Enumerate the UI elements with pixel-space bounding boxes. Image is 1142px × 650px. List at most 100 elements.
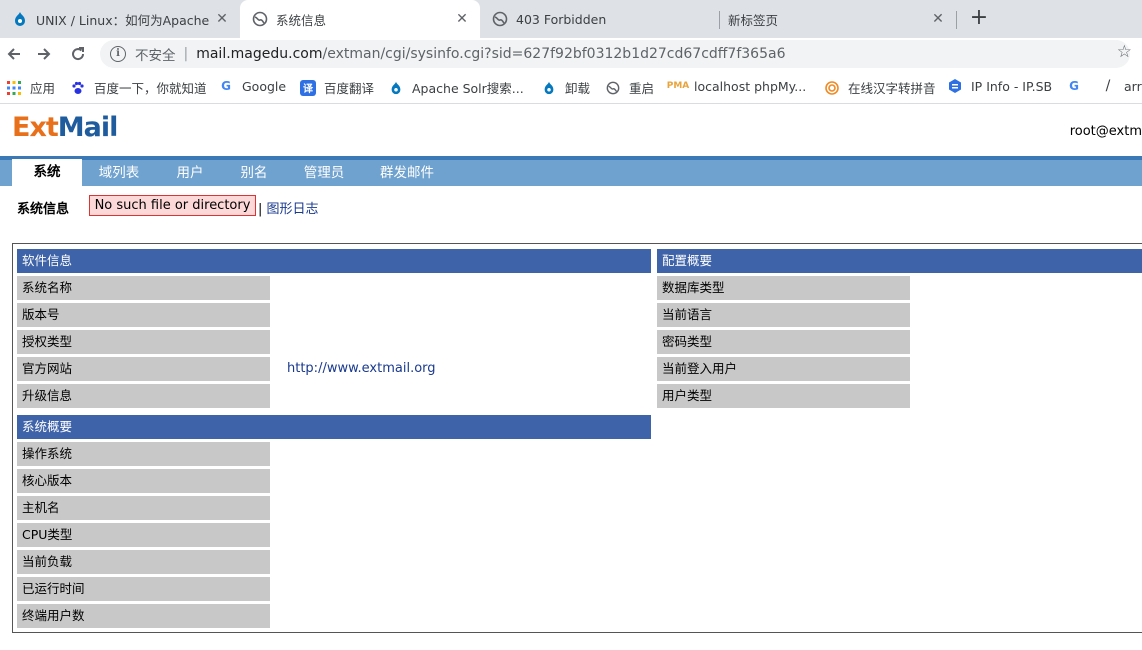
baidu-paw-icon [70,80,86,96]
bookmark-label: 卸载 [565,81,591,96]
translate-icon: 译 [300,79,316,96]
reload-icon[interactable] [66,42,90,66]
globe-icon [252,11,268,27]
close-icon[interactable]: ✕ [928,11,948,27]
security-label: 不安全 [135,48,176,64]
bookmark-ip-info[interactable]: IP Info - IP.SB [947,78,1052,94]
bookmark-label: Apache Solr搜索... [412,81,524,96]
bookmark-label: arra [1124,78,1142,94]
section-config-summary: 配置概要 [657,249,1142,273]
phpmyadmin-icon: PMA [666,81,690,91]
error-message: No such file or directory [89,195,256,216]
address-path: /extman/cgi/sysinfo.cgi?sid=627f92bf0312… [322,46,786,62]
bookmark-google[interactable]: G Google [218,78,286,94]
drupal-icon [388,80,404,96]
tab-newtab[interactable]: 新标签页 ✕ [720,0,956,38]
browser-toolbar: i 不安全 | mail.magedu.com/extman/cgi/sysin… [0,38,1142,70]
bookmark-baidu[interactable]: 百度一下，你就知道 [70,78,207,97]
sysinfo-panel: 软件信息 系统名称 版本号 授权类型 官方网站 http://www.extma… [12,243,1142,633]
bookmark-label: 在线汉字转拼音 [848,81,936,96]
slash-icon: / [1105,78,1111,94]
extmail-logo: ExtMail [12,112,119,143]
label-uptime: 已运行时间 [17,577,270,601]
new-tab-button[interactable]: + [966,6,992,32]
close-icon[interactable]: ✕ [452,11,472,27]
tab-separator [956,11,957,29]
bookmark-arra[interactable]: / arra [1100,78,1142,94]
graph-log-link[interactable]: 图形日志 [267,202,319,217]
label-version: 版本号 [17,303,270,327]
label-current-language: 当前语言 [657,303,910,327]
swirl-icon [824,80,840,96]
drupal-icon [12,11,28,27]
current-user: root@extm [1069,124,1142,139]
page-title: 系统信息 [17,202,70,217]
tab-403[interactable]: 403 Forbidden [480,0,720,38]
label-current-load: 当前负载 [17,550,270,574]
bookmark-apps[interactable]: 应用 [6,78,55,97]
bookmark-uninstall[interactable]: 卸载 [541,78,590,97]
tab-strip: UNIX / Linux：如何为Apache 2 ✕ 系统信息 ✕ 403 Fo… [0,0,1142,38]
address-host: mail.magedu.com [196,46,323,62]
bookmark-hanzi-pinyin[interactable]: 在线汉字转拼音 [824,78,936,97]
bookmark-label: localhost phpMy... [694,78,807,94]
bookmark-baidu-translate[interactable]: 译 百度翻译 [300,78,374,97]
bookmark-phpmyadmin[interactable]: PMA localhost phpMy... [666,78,807,94]
label-terminal-users: 终端用户数 [17,604,270,628]
section-system-summary: 系统概要 [17,415,651,439]
globe-icon [605,80,621,96]
bookmark-label: 重启 [629,81,655,96]
tab-title: 新标签页 [728,12,779,28]
address-bar[interactable]: i 不安全 | mail.magedu.com/extman/cgi/sysin… [100,40,1130,68]
label-license-type: 授权类型 [17,330,270,354]
apps-grid-icon [6,80,22,96]
label-os: 操作系统 [17,442,270,466]
nav-system[interactable]: 系统 [12,159,82,186]
tab-title: 系统信息 [276,12,327,28]
bookmark-star-icon[interactable]: ☆ [1117,42,1132,62]
drupal-icon [541,80,557,96]
logo-text-ext: Ext [12,112,59,143]
label-current-login-user: 当前登入用户 [657,357,910,381]
tab-title: 403 Forbidden [516,11,607,27]
main-nav: 系统 域列表 用户 别名 管理员 群发邮件 [0,156,1142,186]
label-official-site: 官方网站 [17,357,270,381]
tab-title: UNIX / Linux：如何为Apache 2 [36,12,212,28]
label-user-type: 用户类型 [657,384,910,408]
link-separator: | [258,202,263,217]
bookmark-apache-solr[interactable]: Apache Solr搜索... [388,78,524,97]
label-password-type: 密码类型 [657,330,910,354]
google-g-icon: G [1069,79,1079,93]
tab-unix-linux[interactable]: UNIX / Linux：如何为Apache 2 ✕ [0,0,240,38]
section-software-info: 软件信息 [17,249,651,273]
nav-alias[interactable]: 别名 [232,160,276,186]
page-content: ExtMail root@extm 系统 域列表 用户 别名 管理员 群发邮件 … [0,104,1142,650]
bookmark-label: 百度翻译 [324,81,375,96]
label-db-type: 数据库类型 [657,276,910,300]
forward-icon[interactable] [32,42,56,66]
bookmark-google-2[interactable]: G [1066,78,1090,94]
tab-sysinfo[interactable]: 系统信息 ✕ [240,0,480,38]
back-icon[interactable] [2,42,26,66]
globe-icon [492,11,508,27]
nav-bulk-mail[interactable]: 群发邮件 [372,160,442,186]
address-separator: | [183,46,189,62]
bookmark-label: 应用 [30,81,56,96]
nav-domain-list[interactable]: 域列表 [88,160,150,186]
ipsb-icon [947,78,963,94]
google-g-icon: G [221,79,231,93]
nav-admin[interactable]: 管理员 [296,160,352,186]
close-icon[interactable]: ✕ [212,11,232,27]
bookmark-label: IP Info - IP.SB [971,78,1053,94]
label-hostname: 主机名 [17,496,270,520]
nav-users[interactable]: 用户 [168,160,212,186]
label-upgrade-info: 升级信息 [17,384,270,408]
bookmark-label: 百度一下，你就知道 [94,81,207,96]
bookmark-restart[interactable]: 重启 [605,78,654,97]
bookmarks-bar: 应用 百度一下，你就知道 G Google 译 百度翻译 Apache Solr… [0,70,1142,104]
logo-text-mail: Mail [57,112,119,143]
info-icon[interactable]: i [110,46,126,62]
label-cpu-type: CPU类型 [17,523,270,547]
label-system-name: 系统名称 [17,276,270,300]
official-site-link[interactable]: http://www.extmail.org [287,357,436,381]
